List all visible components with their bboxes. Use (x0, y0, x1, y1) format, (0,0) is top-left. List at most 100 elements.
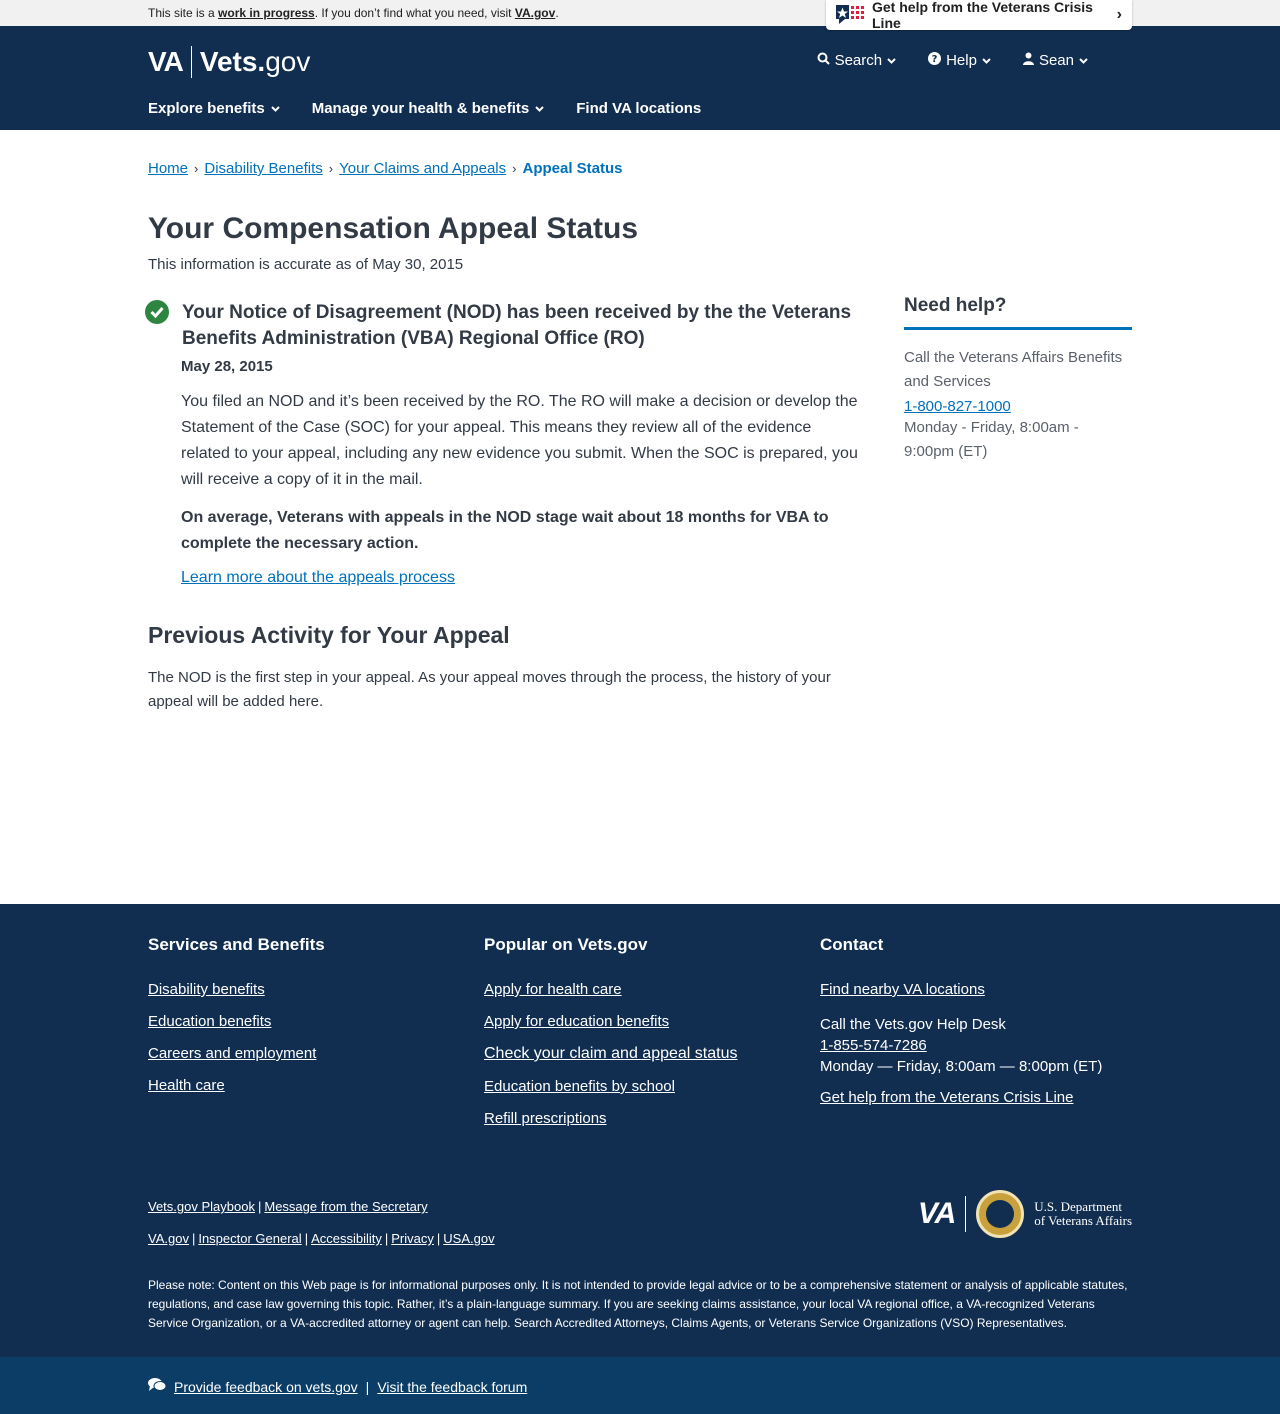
footer-link-privacy[interactable]: Privacy (391, 1231, 434, 1246)
user-icon (1022, 52, 1034, 69)
provide-feedback-link[interactable]: Provide feedback on vets.gov (174, 1379, 358, 1395)
footer-contact-column: Contact Find nearby VA locations Call th… (820, 935, 1140, 1121)
benefits-phone-link[interactable]: 1-800-827-1000 (904, 398, 1011, 415)
va-department-logo[interactable]: VA U.S. Department of Veterans Affairs (918, 1190, 1132, 1238)
chevron-down-icon (270, 104, 280, 115)
breadcrumb-home[interactable]: Home (148, 160, 188, 177)
footer-secondary-links: Vets.gov Playbook | Message from the Secre… (148, 1191, 495, 1255)
breadcrumb-separator: › (328, 161, 334, 176)
department-name: U.S. Department of Veterans Affairs (1034, 1200, 1132, 1228)
footer-helpdesk-hours: Monday — Friday, 8:00am — 8:00pm (ET) (820, 1058, 1103, 1075)
breadcrumb-current: Appeal Status (522, 160, 623, 177)
chevron-down-icon (982, 56, 991, 67)
breadcrumb-separator: › (512, 161, 517, 176)
work-in-progress-notice: This site is a work in progress. If you … (148, 6, 559, 20)
footer-link-crisis-line[interactable]: Get help from the Veterans Crisis Line (820, 1089, 1140, 1106)
va-logo-mark: VA (917, 1197, 956, 1230)
footer-link-disability[interactable]: Disability benefits (148, 981, 468, 998)
nav-find-label: Find VA locations (576, 100, 702, 117)
footer-link-playbook[interactable]: Vets.gov Playbook (148, 1199, 255, 1214)
nav-explore-label: Explore benefits (148, 100, 265, 117)
user-menu-button[interactable]: Sean (1022, 52, 1088, 69)
check-circle-icon (145, 300, 169, 324)
chevron-down-icon (1079, 56, 1088, 67)
footer-link-accessibility[interactable]: Accessibility (311, 1231, 382, 1246)
pipe-separator: | (436, 1231, 441, 1246)
footer-popular-column: Popular on Vets.gov Apply for health car… (484, 935, 804, 1142)
pipe-separator: | (191, 1231, 196, 1246)
crisis-line-button[interactable]: Get help from the Veterans Crisis Line › (826, 0, 1132, 31)
footer-link-inspector-general[interactable]: Inspector General (198, 1231, 301, 1246)
need-help-title: Need help? (904, 295, 1132, 330)
chevron-right-icon: › (1116, 6, 1122, 23)
pipe-separator: | (257, 1199, 262, 1214)
work-in-progress-link[interactable]: work in progress (218, 6, 315, 20)
department-line-2: of Veterans Affairs (1034, 1213, 1132, 1228)
utility-nav: Search ? Help Sean (817, 52, 1088, 69)
site-header: VA Vets. gov Search ? Help Sean Explore … (0, 26, 1280, 130)
footer-disclaimer: Please note: Content on this Web page is… (148, 1278, 1128, 1330)
status-title: Your Notice of Disagreement (NOD) has be… (182, 302, 852, 349)
footer-link-usa-gov[interactable]: USA.gov (443, 1231, 494, 1246)
status-date: May 28, 2015 (181, 358, 273, 375)
logo-gov-text: gov (265, 46, 311, 77)
footer-link-refill[interactable]: Refill prescriptions (484, 1110, 804, 1127)
footer-helpdesk-text: Call the Vets.gov Help Desk (820, 1016, 1006, 1033)
svg-text:?: ? (932, 54, 938, 65)
crisis-line-flag-icon (836, 5, 864, 25)
va-gov-link[interactable]: VA.gov (515, 6, 555, 20)
search-menu-label: Search (834, 52, 883, 69)
footer-link-va-gov[interactable]: VA.gov (148, 1231, 189, 1246)
learn-appeals-process-link[interactable]: Learn more about the appeals process (181, 569, 455, 587)
footer-links-row-2: VA.gov | Inspector General | Accessibility | P… (148, 1223, 495, 1255)
accuracy-date: This information is accurate as of May 3… (148, 256, 464, 273)
footer-helpdesk-phone[interactable]: 1-855-574-7286 (820, 1037, 927, 1054)
need-help-text: Call the Veterans Affairs Benefits and S… (904, 349, 1123, 390)
footer-link-apply-education[interactable]: Apply for education benefits (484, 1013, 804, 1030)
footer-popular-title: Popular on Vets.gov (484, 935, 648, 954)
footer-link-secretary[interactable]: Message from the Secretary (264, 1199, 427, 1214)
vets-gov-logo[interactable]: VA Vets. gov (148, 46, 310, 78)
logo-vets-text: Vets. (199, 46, 266, 77)
breadcrumb-disability-benefits[interactable]: Disability Benefits (204, 160, 322, 177)
site-notice-bar: This site is a work in progress. If you … (0, 0, 1280, 31)
comments-icon (148, 1377, 167, 1396)
footer-contact-title: Contact (820, 935, 884, 954)
pipe-separator: | (304, 1231, 309, 1246)
notice-text: . If you don’t find what you need, visit (314, 6, 515, 20)
footer-link-education-by-school[interactable]: Education benefits by school (484, 1078, 804, 1095)
nav-manage-health-benefits[interactable]: Manage your health & benefits (312, 100, 545, 117)
breadcrumb-claims-appeals[interactable]: Your Claims and Appeals (339, 160, 506, 177)
breadcrumb-separator: › (194, 161, 199, 176)
footer-link-education[interactable]: Education benefits (148, 1013, 468, 1030)
notice-text: . (555, 6, 559, 20)
pipe-separator: | (365, 1378, 370, 1395)
breadcrumb: Home › Disability Benefits › Your Claims… (148, 160, 623, 177)
feedback-bar: Provide feedback on vets.gov | Visit the… (0, 1357, 1280, 1414)
main-nav: Explore benefits Manage your health & be… (148, 100, 701, 117)
status-average-wait: On average, Veterans with appeals in the… (181, 509, 829, 552)
va-seal-icon (976, 1190, 1025, 1238)
footer-link-claim-status[interactable]: Check your claim and appeal status (484, 1045, 804, 1063)
nav-explore-benefits[interactable]: Explore benefits (148, 100, 280, 117)
footer-link-health-care[interactable]: Health care (148, 1077, 468, 1094)
help-menu-button[interactable]: ? Help (928, 52, 991, 69)
chevron-down-icon (535, 104, 544, 115)
footer-links-row-1: Vets.gov Playbook | Message from the Secre… (148, 1191, 495, 1223)
user-menu-label: Sean (1038, 52, 1074, 69)
logo-divider (965, 1196, 967, 1232)
footer-link-careers[interactable]: Careers and employment (148, 1045, 468, 1062)
question-circle-icon: ? (928, 52, 942, 69)
feedback-forum-link[interactable]: Visit the feedback forum (377, 1379, 527, 1395)
footer-link-apply-health[interactable]: Apply for health care (484, 981, 804, 998)
footer-services-column: Services and Benefits Disability benefit… (148, 935, 468, 1109)
logo-divider (190, 46, 192, 78)
footer-link-find-locations[interactable]: Find nearby VA locations (820, 981, 1140, 998)
benefits-hours: Monday - Friday, 8:00am - 9:00pm (ET) (904, 419, 1079, 460)
status-description: You filed an NOD and it’s been received … (181, 393, 858, 488)
nav-find-va-locations[interactable]: Find VA locations (576, 100, 701, 117)
previous-activity-body: The NOD is the first step in your appeal… (148, 669, 831, 710)
pipe-separator: | (384, 1231, 389, 1246)
page-title: Your Compensation Appeal Status (148, 212, 639, 245)
search-menu-button[interactable]: Search (817, 52, 897, 69)
